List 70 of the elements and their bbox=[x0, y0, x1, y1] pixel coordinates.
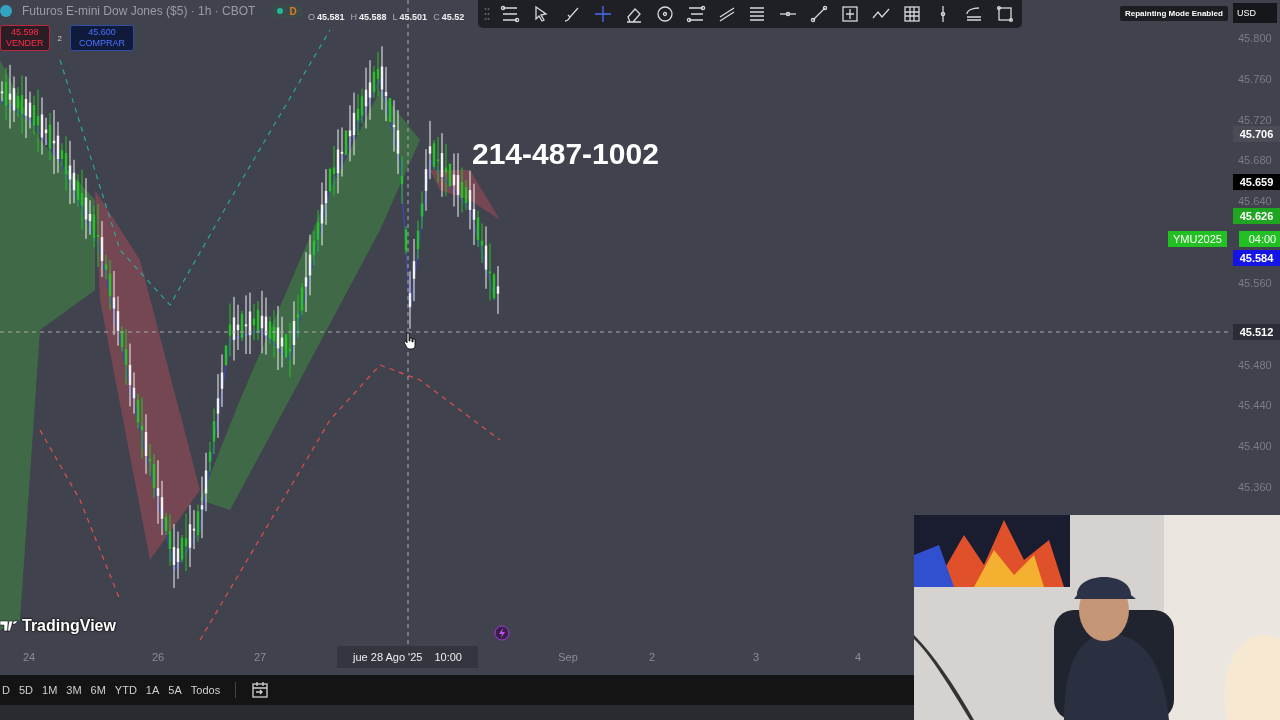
price-tick: 45.560 bbox=[1238, 276, 1272, 289]
brand-logo-icon bbox=[0, 620, 18, 632]
time-tick: 26 bbox=[151, 651, 165, 663]
calendar-icon[interactable] bbox=[251, 681, 270, 699]
market-status-badge: D bbox=[271, 4, 303, 18]
target-icon bbox=[654, 4, 675, 24]
range-button[interactable]: 1A bbox=[145, 684, 160, 696]
range-button[interactable]: 5A bbox=[168, 684, 182, 696]
ohlc-value: 45.52 bbox=[441, 12, 465, 22]
price-label: 45.512 bbox=[1233, 323, 1280, 340]
hand-cursor-icon bbox=[403, 332, 417, 350]
range-button[interactable]: D bbox=[2, 684, 10, 696]
price-tick: 45.440 bbox=[1238, 399, 1272, 412]
crosshair-time-label: jue 28 Ago '25 10:00 bbox=[337, 646, 478, 668]
drag-handle-icon[interactable] bbox=[484, 7, 490, 21]
vertical-segment-icon bbox=[940, 5, 947, 23]
range-button[interactable]: YTD bbox=[114, 684, 137, 696]
price-tick: 45.720 bbox=[1238, 113, 1272, 126]
time-tick: 4 bbox=[854, 651, 862, 663]
ohlc-value: 45.581 bbox=[317, 12, 345, 22]
trend-line-icon bbox=[809, 4, 830, 24]
stacked-lines-icon bbox=[964, 4, 984, 24]
square-tool[interactable] bbox=[994, 3, 1016, 25]
time-tick: 3 bbox=[752, 651, 760, 663]
price-tick: 45.800 bbox=[1238, 32, 1272, 44]
ohlc-label: O bbox=[308, 12, 315, 22]
ohlc-label: L bbox=[392, 12, 398, 22]
crosshair-icon bbox=[592, 4, 613, 24]
range-button[interactable]: 6M bbox=[90, 684, 106, 696]
price-tick: 45.760 bbox=[1238, 72, 1272, 85]
time-tick: 24 bbox=[22, 651, 36, 663]
brand-name: TradingView bbox=[22, 617, 116, 635]
time-tick: 27 bbox=[253, 651, 267, 663]
time-tick: 2 bbox=[648, 651, 656, 663]
currency-dropdown[interactable]: USD bbox=[1233, 3, 1277, 23]
ohlc-value: 45.588 bbox=[359, 12, 387, 22]
levels-tool[interactable] bbox=[684, 3, 707, 25]
frame-cross-icon bbox=[840, 4, 861, 24]
phone-number-text: 214-487-1002 bbox=[472, 137, 659, 171]
price-label: 45.706 bbox=[1233, 125, 1280, 142]
price-tick: 45.400 bbox=[1238, 440, 1272, 453]
price-tick: 45.640 bbox=[1238, 195, 1272, 208]
price-label: 45.659 bbox=[1233, 173, 1280, 190]
price-label: 45.626 bbox=[1233, 207, 1280, 224]
range-button[interactable]: 5D bbox=[18, 684, 33, 696]
repaint-badge: Repainting Mode Enabled bbox=[1120, 6, 1228, 21]
levels-icon bbox=[685, 4, 706, 24]
lightning-icon[interactable] bbox=[494, 625, 510, 641]
ohlc-label: H bbox=[350, 12, 358, 22]
ohlc-label: C bbox=[433, 12, 440, 22]
time-tick: Sep bbox=[558, 651, 578, 663]
range-button[interactable]: Todos bbox=[190, 684, 221, 696]
levels-tool[interactable] bbox=[499, 3, 521, 25]
quantity-text: 2 bbox=[57, 33, 62, 43]
price-tick: 45.680 bbox=[1238, 154, 1272, 167]
price-tick: 45.360 bbox=[1238, 481, 1272, 493]
sell-button[interactable]: 45.598 VENDER bbox=[0, 25, 50, 51]
price-label: 45.584 bbox=[1233, 250, 1280, 267]
levels-icon bbox=[499, 4, 520, 24]
symbol-title[interactable]: Futuros E-mini Dow Jones ($5) · 1h · CBOT bbox=[22, 4, 256, 18]
ohlc-value: 45.501 bbox=[399, 12, 428, 22]
square-icon bbox=[994, 4, 1015, 24]
buy-button[interactable]: 45.600 COMPRAR bbox=[69, 25, 134, 51]
symbol-label: YMU2025 bbox=[1168, 231, 1227, 248]
price-tick: 45.480 bbox=[1238, 358, 1272, 371]
range-button[interactable]: 1M bbox=[42, 684, 58, 696]
grid-icon bbox=[902, 4, 923, 24]
range-button[interactable]: 3M bbox=[66, 684, 82, 696]
symbol-logo-icon bbox=[0, 5, 12, 17]
countdown-label: 04:00 bbox=[1238, 231, 1280, 248]
